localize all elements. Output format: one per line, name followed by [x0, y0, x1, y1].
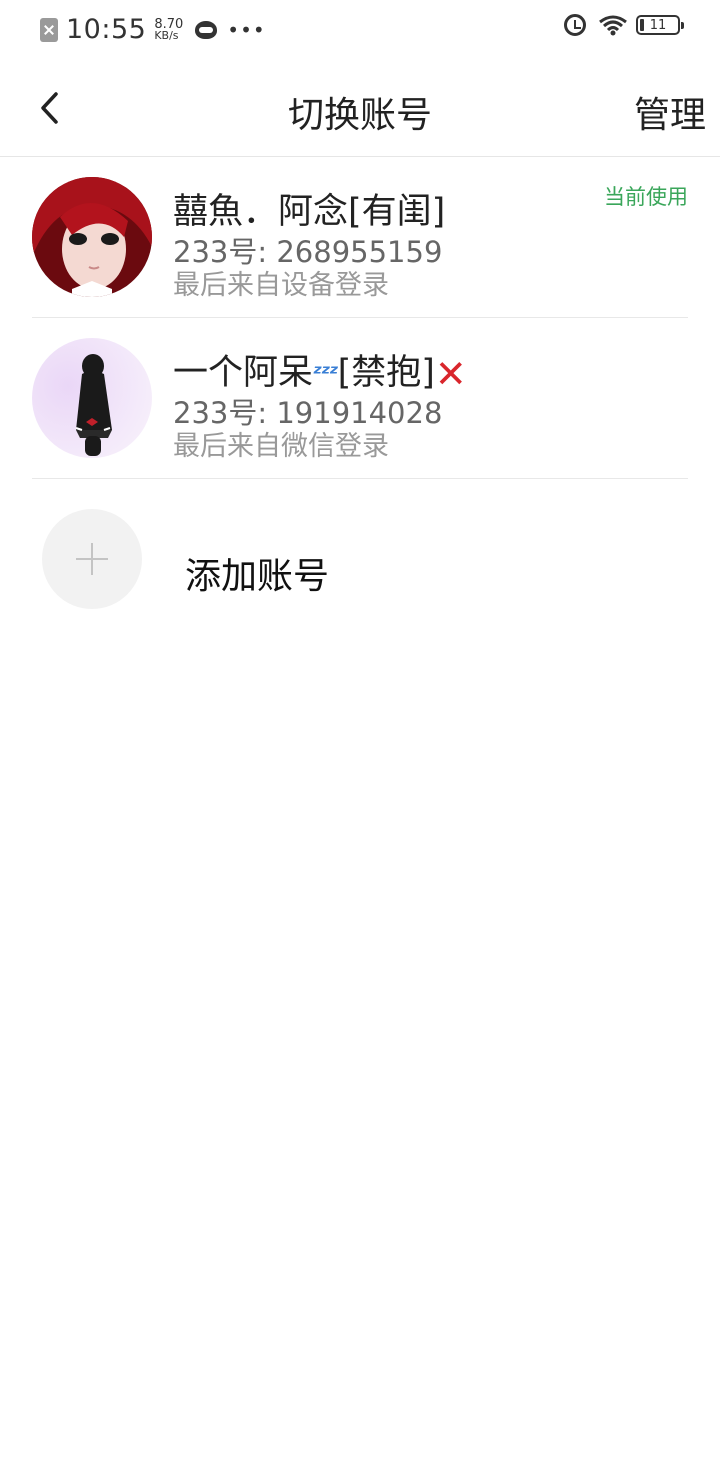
avatar	[32, 177, 152, 297]
account-item[interactable]: 囍魚．阿念[有闺] 233号: 268955159 最后来自设备登录 当前使用	[32, 157, 688, 318]
status-left: 10:55 8.70 KB/s •••	[40, 14, 266, 45]
account-login-source: 最后来自设备登录	[173, 270, 389, 301]
net-speed-unit: KB/s	[154, 28, 179, 42]
sleep-zzz-icon: ᶻᶻᶻ	[313, 361, 339, 387]
account-name-text: 一个阿呆	[173, 353, 314, 393]
more-dots-icon: •••	[227, 17, 266, 42]
avatar	[32, 338, 152, 458]
battery-text: 11	[649, 17, 667, 33]
account-name: 一个阿呆ᶻᶻᶻ[禁抱]✕	[173, 344, 467, 396]
battery-icon: 11	[636, 15, 684, 35]
add-account-label: 添加账号	[185, 556, 330, 597]
account-name: 囍魚．阿念[有闺]	[173, 192, 446, 232]
page-title: 切换账号	[287, 95, 432, 136]
plus-icon	[42, 509, 142, 609]
account-login-source: 最后来自微信登录	[173, 431, 389, 462]
wifi-icon	[599, 15, 627, 36]
battery-level	[640, 19, 644, 31]
header-bar: 切换账号 管理	[0, 58, 720, 157]
current-account-badge: 当前使用	[604, 185, 688, 209]
account-name-suffix: [禁抱]	[337, 353, 435, 393]
net-speed-value: 8.70	[154, 16, 184, 32]
alarm-icon	[564, 14, 586, 36]
status-right: 11	[564, 14, 684, 36]
manage-button[interactable]: 管理	[634, 86, 706, 138]
status-time: 10:55	[66, 14, 147, 45]
status-bar: 10:55 8.70 KB/s ••• 11	[0, 0, 720, 58]
net-speed: 8.70 KB/s	[154, 16, 184, 42]
cat-app-icon	[195, 20, 218, 39]
no-sim-icon	[40, 17, 58, 42]
add-account-button[interactable]: 添加账号	[42, 509, 682, 609]
account-item[interactable]: 一个阿呆ᶻᶻᶻ[禁抱]✕ 233号: 191914028 最后来自微信登录	[32, 318, 688, 479]
